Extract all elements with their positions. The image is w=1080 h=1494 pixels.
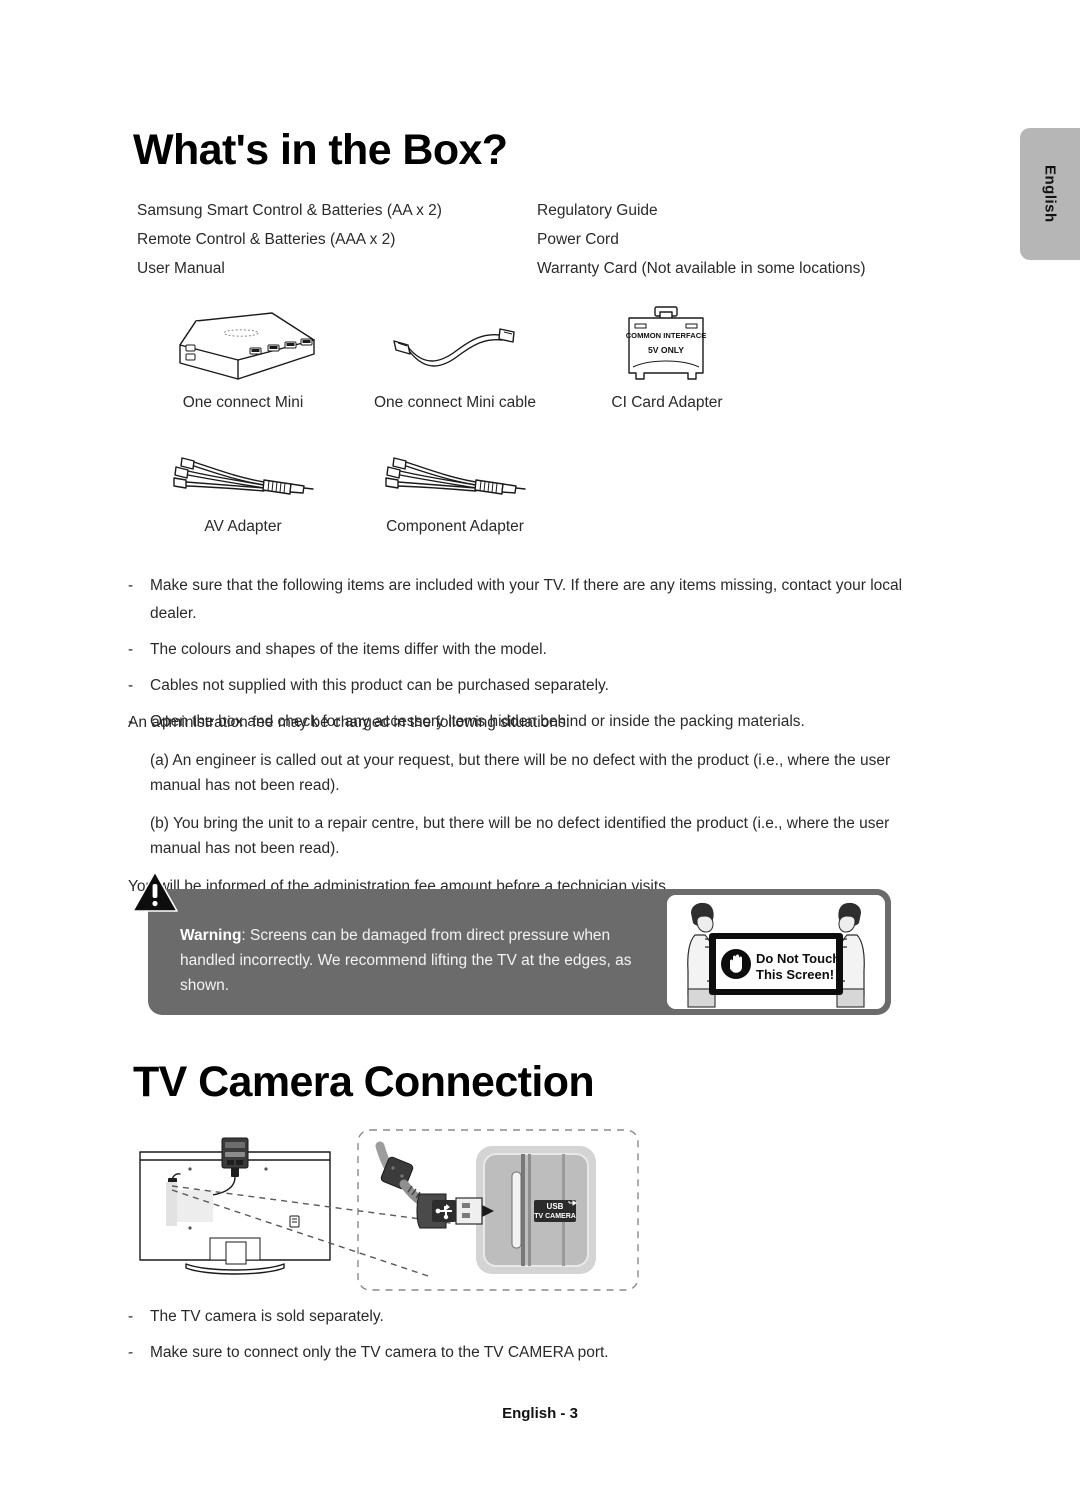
- warning-body: Screens can be damaged from direct press…: [180, 927, 632, 994]
- language-tab: English: [1020, 128, 1080, 260]
- accessory-row: AV Adapter Component Adapter: [137, 444, 817, 536]
- lifting-tv-illustration: Do Not Touch This Screen!: [667, 895, 885, 1009]
- box-content-item: User Manual: [137, 260, 225, 277]
- component-adapter-cable-icon: [380, 444, 530, 516]
- list-item: - Make sure to connect only the TV camer…: [128, 1339, 948, 1367]
- warning-text: Warning: Screens can be damaged from dir…: [180, 923, 650, 998]
- list-item: - Make sure that the following items are…: [128, 572, 948, 628]
- page-title-whats-in-the-box: What's in the Box?: [133, 126, 508, 174]
- tv-rear-view-illustration: [139, 1137, 331, 1275]
- one-connect-mini-cable-icon: [380, 300, 530, 392]
- tv-side-panel-detail: USB TV CAMERA: [476, 1146, 596, 1274]
- accessory-label: One connect Mini: [182, 394, 304, 411]
- one-connect-mini-box-icon: [168, 300, 318, 392]
- administration-fee-block: An administration fee may be charged in …: [128, 710, 943, 912]
- box-content-item: Samsung Smart Control & Batteries (AA x …: [137, 202, 442, 219]
- box-content-item: Power Cord: [537, 231, 619, 248]
- accessory-row: One connect Mini One connect Mini cable: [137, 300, 817, 412]
- accessory-illustration-grid: One connect Mini One connect Mini cable: [137, 300, 817, 536]
- accessory-item-component-adapter: Component Adapter: [349, 444, 561, 536]
- box-content-item: Warranty Card (Not available in some loc…: [537, 260, 866, 277]
- bullet-marker: -: [128, 677, 134, 694]
- list-item-text: Cables not supplied with this product ca…: [150, 677, 609, 694]
- camera-notes-list: - The TV camera is sold separately. - Ma…: [128, 1303, 948, 1375]
- tv-camera-connection-diagram: USB TV CAMERA: [128, 1124, 648, 1296]
- list-item-text: The TV camera is sold separately.: [150, 1308, 384, 1325]
- warning-banner: Warning: Screens can be damaged from dir…: [132, 871, 891, 1015]
- av-adapter-cable-icon: [168, 444, 318, 516]
- bullet-marker: -: [128, 577, 134, 594]
- list-item-text: Make sure that the following items are i…: [150, 577, 903, 622]
- warning-triangle-icon: [132, 871, 178, 913]
- page-title-tv-camera-connection: TV Camera Connection: [133, 1058, 595, 1106]
- box-content-item: Regulatory Guide: [537, 202, 658, 219]
- ci-card-voltage-text: 5V ONLY: [648, 345, 684, 355]
- accessory-label: AV Adapter: [204, 518, 282, 535]
- accessory-spacer: [561, 444, 773, 536]
- admin-fee-item-a: (a) An engineer is called out at your re…: [150, 752, 891, 794]
- accessory-label: One connect Mini cable: [374, 394, 536, 411]
- language-tab-label: English: [1041, 165, 1059, 223]
- list-item: - The TV camera is sold separately.: [128, 1303, 948, 1331]
- warning-label: Warning: [180, 927, 242, 944]
- usb-port-label-line-2: TV CAMERA: [534, 1213, 576, 1220]
- accessory-item-one-connect-mini: One connect Mini: [137, 300, 349, 412]
- usb-port-label-line-1: USB: [547, 1202, 564, 1211]
- box-contents-column-left: Samsung Smart Control & Batteries (AA x …: [137, 196, 537, 283]
- do-not-touch-line-2: This Screen!: [756, 967, 834, 982]
- do-not-touch-line-1: Do Not Touch: [756, 951, 840, 966]
- accessory-label: CI Card Adapter: [611, 394, 723, 411]
- accessory-item-one-connect-mini-cable: One connect Mini cable: [349, 300, 561, 412]
- bullet-marker: -: [128, 1308, 134, 1325]
- list-item: - The colours and shapes of the items di…: [128, 636, 948, 664]
- accessory-label: Component Adapter: [386, 518, 524, 535]
- bullet-marker: -: [128, 1344, 134, 1361]
- admin-fee-item-b: (b) You bring the unit to a repair centr…: [150, 815, 890, 857]
- list-item-text: Make sure to connect only the TV camera …: [150, 1344, 609, 1361]
- manual-page: English What's in the Box? Samsung Smart…: [0, 0, 1080, 1494]
- ci-card-common-interface-text: COMMON INTERFACE: [626, 331, 707, 340]
- list-item: - Cables not supplied with this product …: [128, 672, 948, 700]
- accessory-item-ci-card-adapter: COMMON INTERFACE 5V ONLY CI Card Adapter: [561, 300, 773, 412]
- bullet-marker: -: [128, 641, 134, 658]
- accessory-item-av-adapter: AV Adapter: [137, 444, 349, 536]
- page-footer: English - 3: [502, 1405, 578, 1422]
- do-not-touch-hand-icon: [721, 949, 751, 979]
- list-item-text: The colours and shapes of the items diff…: [150, 641, 547, 658]
- box-contents-column-right: Regulatory Guide Power Cord Warranty Car…: [537, 196, 937, 283]
- ci-card-adapter-icon: COMMON INTERFACE 5V ONLY: [605, 300, 729, 392]
- box-contents-list: Samsung Smart Control & Batteries (AA x …: [137, 196, 937, 283]
- admin-fee-intro: An administration fee may be charged in …: [128, 714, 570, 731]
- box-content-item: Remote Control & Batteries (AAA x 2): [137, 231, 396, 248]
